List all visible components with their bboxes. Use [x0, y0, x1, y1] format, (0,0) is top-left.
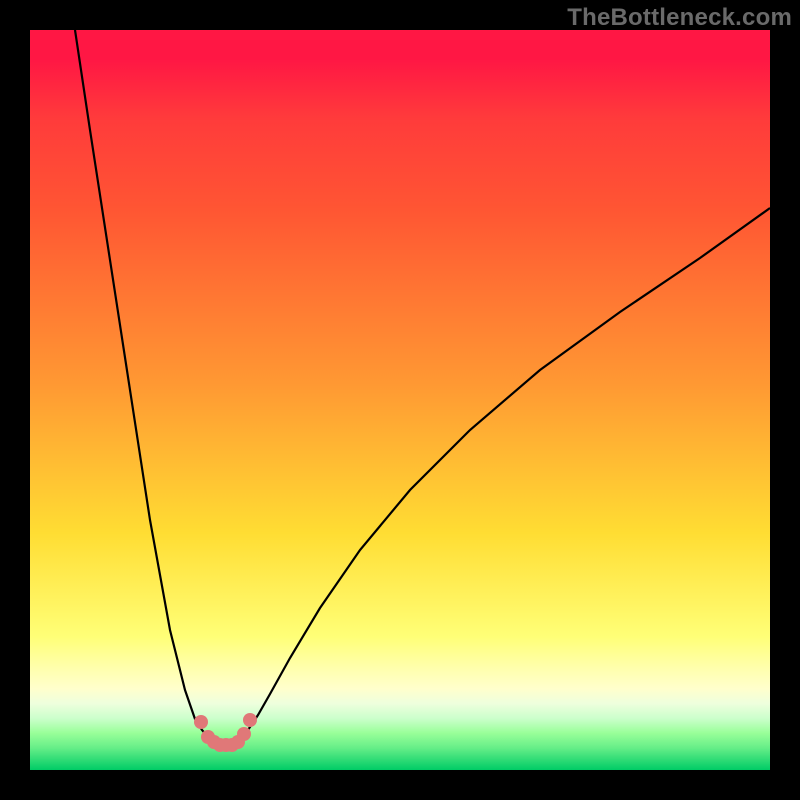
- plot-area: [30, 30, 770, 770]
- curve-svg: [30, 30, 770, 770]
- curve-left: [75, 30, 218, 744]
- highlight-marker: [243, 713, 257, 727]
- chart-frame: TheBottleneck.com: [0, 0, 800, 800]
- highlight-marker: [194, 715, 208, 729]
- curve-right: [235, 208, 770, 744]
- watermark-text: TheBottleneck.com: [567, 4, 792, 32]
- highlight-marker: [237, 727, 251, 741]
